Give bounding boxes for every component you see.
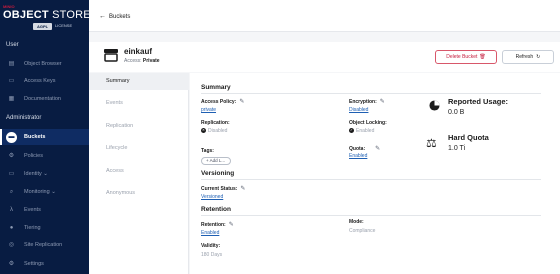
tiering-icon: ● [9, 224, 14, 231]
pencil-icon[interactable]: ✎ [229, 222, 234, 228]
divider [201, 93, 541, 94]
chevron-down-icon: ⌄ [43, 171, 48, 177]
bucket-icon: ▬ [6, 131, 17, 143]
disabled-icon: ✕ [201, 128, 206, 134]
encryption-value[interactable]: Disabled [349, 107, 368, 113]
object-locking-status: ✓ Enabled [349, 128, 375, 134]
encryption-label: Encryption: ✎ [349, 99, 385, 105]
logo: MINIO OBJECT STORE AGPL LICENSE [3, 4, 91, 32]
divider [201, 179, 541, 180]
top-bar: ← Buckets [89, 0, 560, 32]
summary-title: Summary [201, 84, 231, 91]
pencil-icon[interactable]: ✎ [240, 186, 245, 192]
sidebar-item-settings[interactable]: ⚙ Settings [0, 256, 89, 272]
tab-access[interactable]: Access [89, 163, 189, 180]
trash-icon: 🗑 [479, 54, 486, 60]
monitoring-icon: ⌕ [9, 188, 14, 195]
sidebar-item-policies[interactable]: ⚙ Policies [0, 148, 89, 164]
chevron-down-icon: ⌄ [51, 189, 56, 195]
gavel-icon: ⚖ [426, 136, 437, 150]
add-tag-button[interactable]: + Add L... [201, 157, 231, 165]
delete-bucket-button[interactable]: Delete Bucket 🗑 [435, 50, 497, 64]
identity-icon: ▭ [8, 170, 15, 177]
validity-label: Validity: [201, 243, 221, 249]
access-policy-label: Access Policy: ✎ [201, 99, 245, 105]
edition-badge: AGPL [33, 23, 53, 30]
versioning-title: Versioning [201, 170, 235, 177]
sidebar-item-events[interactable]: λ Events [0, 202, 89, 218]
mode-value: Compliance [349, 228, 376, 234]
sidebar-item-monitoring[interactable]: ⌕ Monitoring ⌄ [0, 184, 89, 200]
tab-anonymous[interactable]: Anonymous [89, 185, 189, 202]
license-label: LICENSE [55, 23, 73, 28]
tab-summary[interactable]: Summary [89, 73, 189, 90]
tab-replication[interactable]: Replication [89, 118, 189, 135]
settings-icon: ⚙ [8, 260, 15, 267]
pencil-icon[interactable]: ✎ [239, 99, 244, 105]
reported-usage-title: Reported Usage: [448, 97, 509, 106]
check-icon: ✓ [349, 128, 354, 134]
sidebar: MINIO OBJECT STORE AGPL LICENSE User ▤ O… [0, 0, 91, 274]
quota-label: Quota: ✎ [349, 146, 381, 152]
replication-icon: ◎ [8, 241, 15, 248]
summary-panel: Summary Access Policy: ✎ private Replicat… [190, 73, 560, 274]
refresh-icon: ↻ [536, 54, 541, 60]
back-to-buckets-link[interactable]: ← Buckets [99, 13, 130, 20]
sidebar-item-identity[interactable]: ▭ Identity ⌄ [0, 166, 89, 182]
object-locking-label: Object Locking: [349, 120, 387, 126]
pencil-icon[interactable]: ✎ [380, 99, 385, 105]
bucket-icon [104, 49, 118, 62]
sidebar-item-site-replication[interactable]: ◎ Site Replication [0, 237, 89, 253]
sidebar-item-tiering[interactable]: ● Tiering [0, 220, 89, 236]
lambda-icon: λ [10, 206, 13, 213]
refresh-button[interactable]: Refresh ↻ [502, 50, 554, 64]
admin-section-title: Administrator [6, 115, 42, 121]
plus-icon: + [206, 158, 209, 163]
sidebar-item-buckets[interactable]: ▬ Buckets [0, 129, 89, 145]
bucket-tabs: Summary Events Replication Lifecycle Acc… [89, 73, 189, 274]
reported-usage-value: 0.0 B [448, 109, 465, 116]
bucket-name: einkauf [124, 47, 153, 56]
key-icon: ▭ [8, 77, 15, 84]
product-name: OBJECT STORE [3, 9, 91, 21]
folder-icon: ▤ [8, 60, 15, 67]
bucket-header: einkauf Access: Private Delete Bucket 🗑 … [89, 42, 560, 72]
current-status-label: Current Status: ✎ [201, 186, 246, 192]
user-section-title: User [6, 42, 19, 48]
tab-lifecycle[interactable]: Lifecycle [89, 140, 189, 157]
sidebar-item-documentation[interactable]: ▦ Documentation [0, 91, 89, 107]
quota-value[interactable]: Enabled [349, 153, 367, 159]
bucket-access: Access: Private [124, 58, 160, 64]
retention-value[interactable]: Enabled [201, 230, 219, 236]
replication-status: ✕ Disabled [201, 128, 228, 134]
doc-icon: ▦ [8, 95, 15, 102]
replication-label: Replication: [201, 120, 230, 126]
hard-quota-title: Hard Quota [448, 133, 489, 142]
retention-label: Retention: ✎ [201, 222, 234, 228]
mode-label: Mode: [349, 219, 364, 225]
arrow-left-icon: ← [99, 13, 106, 20]
sidebar-item-access-keys[interactable]: ▭ Access Keys [0, 73, 89, 89]
policy-icon: ⚙ [8, 152, 15, 159]
sidebar-item-object-browser[interactable]: ▤ Object Browser [0, 56, 89, 72]
access-policy-value[interactable]: private [201, 107, 216, 113]
hard-quota-value: 1.0 Ti [448, 145, 466, 152]
pencil-icon[interactable]: ✎ [375, 146, 380, 152]
validity-value: 180 Days [201, 252, 223, 258]
tab-events[interactable]: Events [89, 95, 189, 112]
divider [201, 215, 541, 216]
current-status-value[interactable]: Versioned [201, 194, 223, 200]
tags-label: Tags: [201, 148, 214, 154]
retention-title: Retention [201, 206, 231, 213]
pie-chart-icon [429, 100, 440, 111]
